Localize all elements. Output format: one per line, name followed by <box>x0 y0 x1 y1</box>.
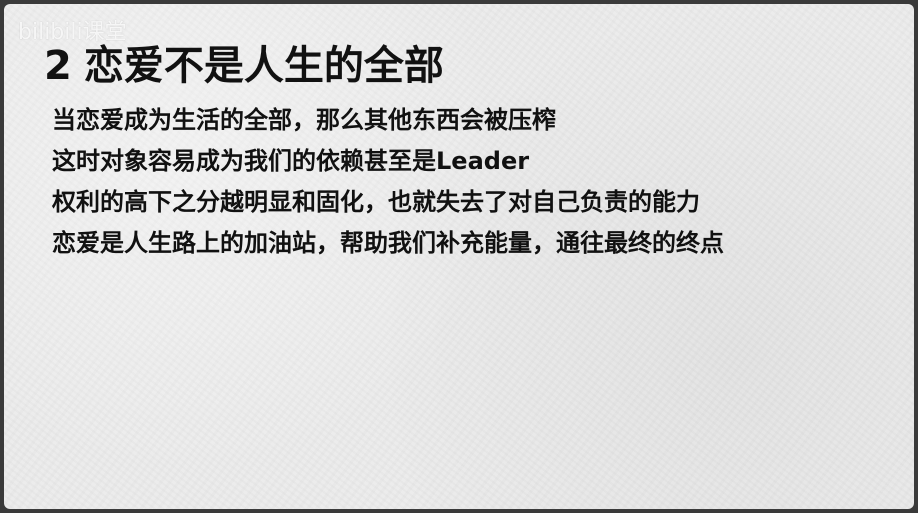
slide-heading: 2 恋爱不是人生的全部 <box>44 40 444 92</box>
slide: bilibili课堂 2 恋爱不是人生的全部 当恋爱成为生活的全部，那么其他东西会… <box>4 4 914 509</box>
bullet-list: 当恋爱成为生活的全部，那么其他东西会被压榨 这时对象容易成为我们的依赖甚至是Le… <box>52 100 724 264</box>
heading-text: 恋爱不是人生的全部 <box>83 43 444 89</box>
text-line: 当恋爱成为生活的全部，那么其他东西会被压榨 <box>52 106 556 134</box>
text-line: 恋爱是人生路上的加油站，帮助我们补充能量，通往最终的终点 <box>52 229 724 257</box>
text-line: 权利的高下之分越明显和固化，也就失去了对自己负责的能力 <box>52 188 700 216</box>
text-line: 这时对象容易成为我们的依赖甚至是Leader <box>52 147 530 175</box>
heading-number: 2 <box>44 43 72 89</box>
